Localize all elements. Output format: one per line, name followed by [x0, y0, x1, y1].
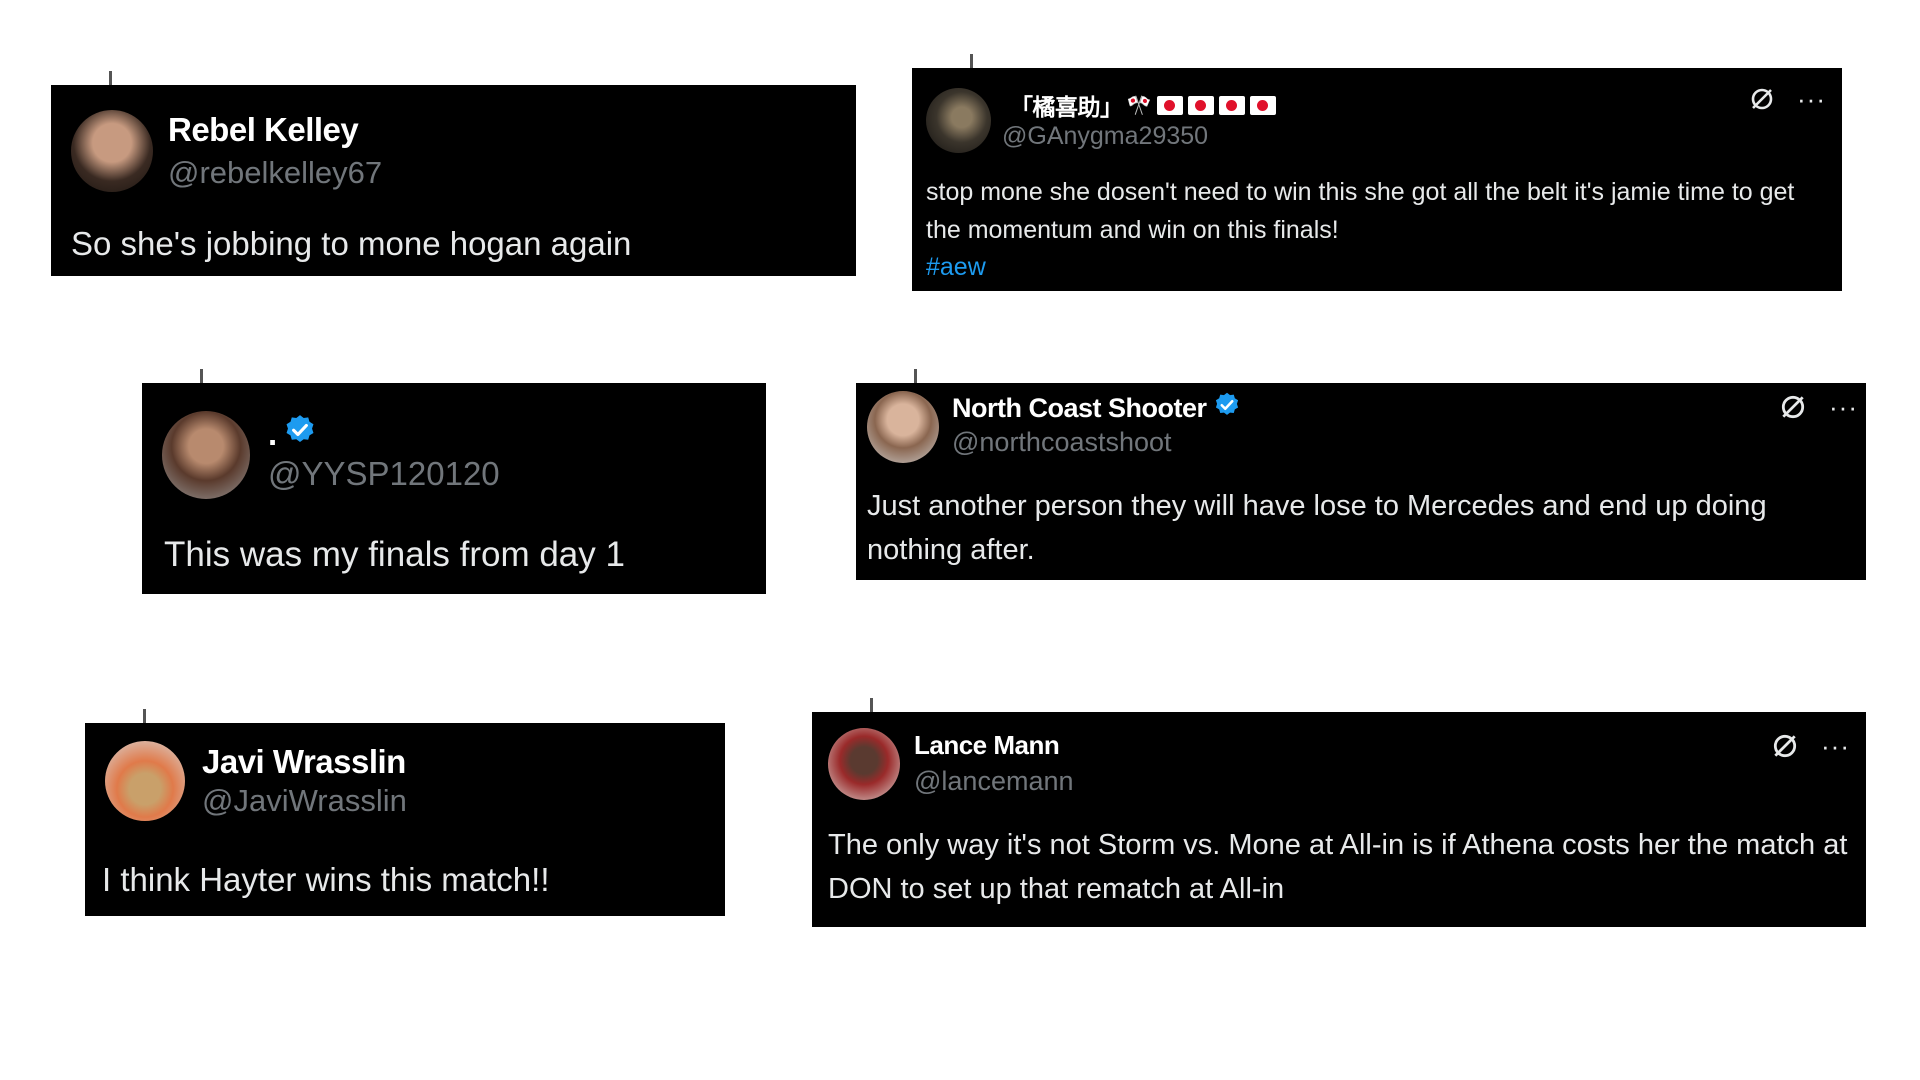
- tweet-actions: ···: [1749, 86, 1826, 112]
- tweet-text: stop mone she dosen't need to win this s…: [926, 174, 1831, 287]
- display-name-text: 「橘喜助」: [1010, 94, 1123, 120]
- japan-flag-icon: [1156, 95, 1183, 115]
- display-name[interactable]: Lance Mann: [914, 730, 1060, 761]
- avatar[interactable]: [828, 728, 900, 800]
- user-handle[interactable]: @northcoastshoot: [952, 427, 1172, 458]
- display-name[interactable]: Rebel Kelley: [168, 111, 359, 149]
- more-options-icon[interactable]: ···: [1797, 86, 1826, 112]
- avatar[interactable]: [71, 110, 153, 192]
- user-handle[interactable]: @JaviWrasslin: [202, 783, 407, 819]
- tweet-text: So she's jobbing to mone hogan again: [71, 225, 632, 262]
- grok-icon[interactable]: [1771, 732, 1799, 760]
- crossed-flags-emoji: 🎌: [1126, 94, 1152, 117]
- display-name[interactable]: 「橘喜助」 🎌: [1010, 88, 1276, 122]
- grok-icon[interactable]: [1779, 393, 1807, 421]
- tweet-card-yysp[interactable]: . @YYSP120120 This was my finals from da…: [142, 369, 766, 594]
- tweet-card-lance-mann[interactable]: Lance Mann @lancemann ··· The only way i…: [812, 698, 1866, 927]
- avatar[interactable]: [105, 741, 185, 821]
- display-name[interactable]: Javi Wrasslin: [202, 743, 406, 781]
- more-options-icon[interactable]: ···: [1829, 394, 1858, 420]
- tweet-card-north-coast-shooter[interactable]: North Coast Shooter @northcoastshoot ···…: [856, 369, 1866, 580]
- display-name-text: .: [268, 415, 277, 452]
- user-handle[interactable]: @YYSP120120: [268, 455, 500, 493]
- tweet-text-content: stop mone she dosen't need to win this s…: [926, 178, 1795, 244]
- user-handle[interactable]: @lancemann: [914, 766, 1074, 797]
- tweet-text: This was my finals from day 1: [164, 535, 625, 574]
- japan-flag-icon: [1187, 95, 1214, 115]
- tweet-text: I think Hayter wins this match!!: [102, 861, 550, 898]
- japan-flag-icon: [1218, 95, 1245, 115]
- verified-badge-icon: [283, 413, 317, 455]
- avatar[interactable]: [162, 411, 250, 499]
- user-handle[interactable]: @rebelkelley67: [168, 155, 382, 191]
- tweet-card-ganygma[interactable]: 「橘喜助」 🎌 @GAnygma29350 ··· stop mone she …: [912, 54, 1842, 291]
- avatar[interactable]: [926, 88, 991, 153]
- more-options-icon[interactable]: ···: [1821, 733, 1850, 759]
- display-name[interactable]: North Coast Shooter: [952, 391, 1241, 426]
- tweet-actions: ···: [1779, 393, 1858, 421]
- japan-flag-icon: [1249, 95, 1276, 115]
- tweet-text: The only way it's not Storm vs. Mone at …: [828, 829, 1848, 905]
- tweet-text: Just another person they will have lose …: [867, 490, 1767, 566]
- avatar[interactable]: [867, 391, 939, 463]
- grok-icon[interactable]: [1749, 86, 1775, 112]
- display-name[interactable]: .: [268, 413, 317, 455]
- verified-badge-icon: [1213, 391, 1241, 426]
- display-name-text: North Coast Shooter: [952, 393, 1207, 423]
- tweet-actions: ···: [1771, 732, 1850, 760]
- tweet-card-javi-wrasslin[interactable]: Javi Wrasslin @JaviWrasslin I think Hayt…: [85, 709, 725, 916]
- user-handle[interactable]: @GAnygma29350: [1002, 122, 1208, 151]
- hashtag-link[interactable]: #aew: [926, 249, 1831, 287]
- tweet-card-rebel-kelley[interactable]: Rebel Kelley @rebelkelley67 So she's job…: [51, 71, 856, 276]
